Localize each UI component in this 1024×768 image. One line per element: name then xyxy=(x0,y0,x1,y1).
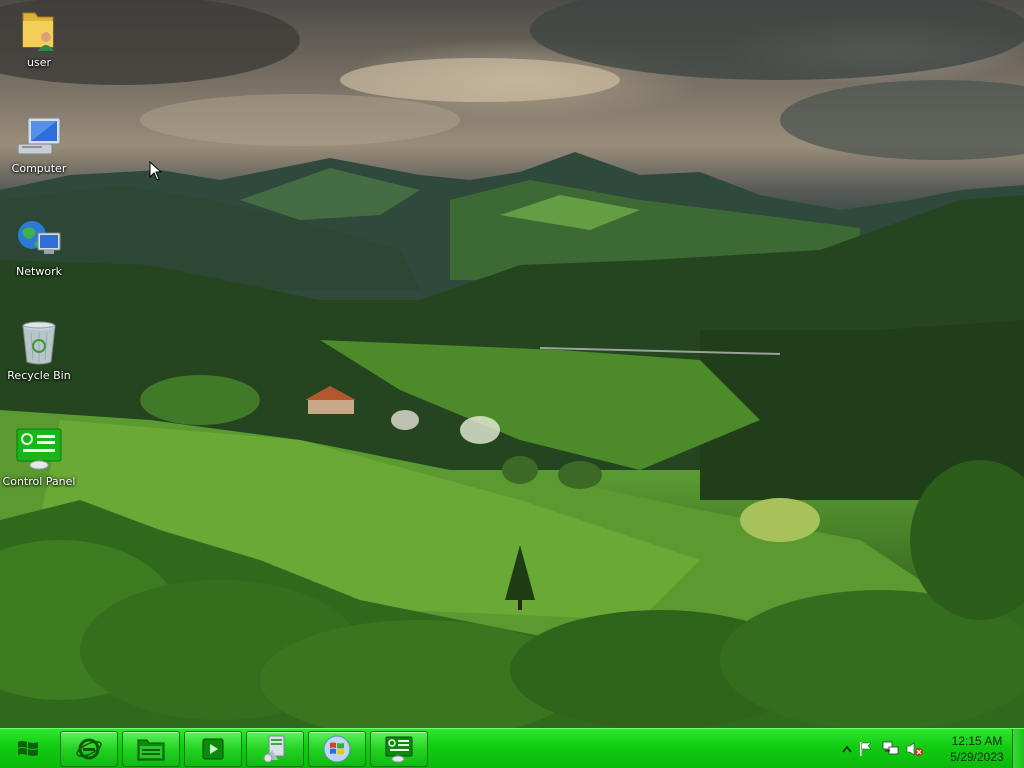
system-tray: 12:15 AM 5/29/2023 xyxy=(834,729,1024,768)
desktop-icon-label: Control Panel xyxy=(2,475,76,488)
control-panel-icon xyxy=(385,736,413,763)
clock-time: 12:15 AM xyxy=(951,734,1003,748)
network-icon xyxy=(15,215,63,263)
media-player-icon xyxy=(202,738,224,760)
folder-icon xyxy=(137,739,165,761)
desktop-icon-label: Computer xyxy=(11,162,67,175)
desktop-icon-user[interactable]: user xyxy=(0,6,78,69)
desktop-icon-recycle-bin[interactable]: Recycle Bin xyxy=(0,319,78,382)
desktop-wallpaper xyxy=(0,0,1024,728)
clock-date: 5/29/2023 xyxy=(950,750,1004,764)
show-hidden-icons-chevron[interactable] xyxy=(842,745,852,753)
action-center-flag-icon[interactable] xyxy=(858,741,874,757)
desktop-icon-network[interactable]: Network xyxy=(0,215,78,278)
windows-orb-icon xyxy=(323,735,351,763)
start-button[interactable] xyxy=(2,731,54,767)
desktop-icon-computer[interactable]: Computer xyxy=(0,112,78,175)
taskbar-button-start-orb[interactable] xyxy=(308,731,366,767)
taskbar-button-documents[interactable] xyxy=(246,731,304,767)
document-icon xyxy=(263,735,285,763)
taskbar-clock[interactable]: 12:15 AM 5/29/2023 xyxy=(938,733,1016,765)
taskbar: 12:15 AM 5/29/2023 xyxy=(0,728,1024,768)
landscape-scene xyxy=(0,0,1024,728)
desktop-icon-control-panel[interactable]: Control Panel xyxy=(0,425,78,488)
mouse-cursor-icon xyxy=(149,161,163,181)
computer-icon xyxy=(15,112,63,160)
control-panel-icon xyxy=(15,425,63,473)
user-folder-icon xyxy=(15,6,63,54)
volume-muted-icon[interactable] xyxy=(906,741,924,757)
desktop-icon-label: user xyxy=(27,56,51,69)
taskbar-button-control-panel[interactable] xyxy=(370,731,428,767)
internet-explorer-icon xyxy=(76,738,102,760)
taskbar-button-windows-explorer[interactable] xyxy=(122,731,180,767)
taskbar-button-internet-explorer[interactable] xyxy=(60,731,118,767)
network-icon[interactable] xyxy=(882,741,900,757)
windows-flag-icon xyxy=(18,741,38,756)
desktop-icon-label: Network xyxy=(16,265,62,278)
show-desktop-button[interactable] xyxy=(1012,729,1024,768)
desktop-icon-label: Recycle Bin xyxy=(7,369,71,382)
taskbar-button-media-player[interactable] xyxy=(184,731,242,767)
recycle-bin-icon xyxy=(15,319,63,367)
